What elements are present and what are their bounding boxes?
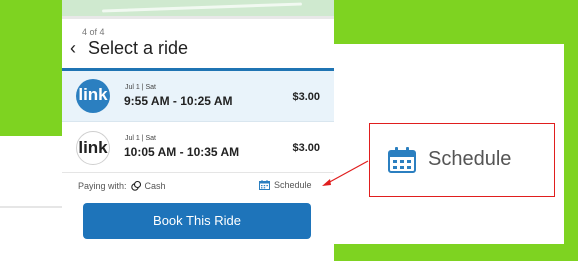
step-indicator: 4 of 4 (82, 27, 105, 37)
map-preview[interactable] (62, 0, 334, 19)
payment-method: Cash (144, 181, 166, 191)
ride-option-1[interactable]: link Jul 1 | Sat 9:55 AM - 10:25 AM $3.0… (62, 71, 334, 122)
schedule-button[interactable]: Schedule (259, 180, 312, 190)
page-title: Select a ride (88, 38, 189, 58)
ride-price: $3.00 (292, 142, 320, 154)
ride-price: $3.00 (292, 91, 320, 103)
link-logo: link (76, 79, 110, 113)
frame-strip-bottom (334, 244, 578, 261)
frame-strip-right (564, 0, 578, 261)
ride-option-2[interactable]: link Jul 1 | Sat 10:05 AM - 10:35 AM $3.… (62, 122, 334, 173)
calendar-icon (259, 180, 270, 190)
back-button[interactable]: ‹ (70, 38, 76, 58)
schedule-callout: Schedule (369, 123, 555, 197)
phone-screen: 4 of 4 ‹ Select a ride link Jul 1 | Sat … (62, 0, 334, 261)
ride-time: 10:05 AM - 10:35 AM (124, 145, 240, 159)
calendar-icon (388, 147, 416, 173)
ride-date: Jul 1 | Sat (125, 84, 157, 91)
map-shadow (62, 16, 334, 19)
map-road (102, 2, 302, 13)
book-ride-button[interactable]: Book This Ride (83, 203, 311, 239)
paying-with-label: Paying with: (78, 181, 127, 191)
schedule-label: Schedule (274, 180, 312, 190)
divider (0, 206, 62, 208)
link-logo: link (76, 131, 110, 165)
payment-selector[interactable]: Paying with: Cash (78, 180, 166, 191)
ride-date: Jul 1 | Sat (125, 135, 157, 142)
cash-icon (130, 180, 141, 191)
ride-time: 9:55 AM - 10:25 AM (124, 94, 233, 108)
background-panel-left (0, 136, 62, 261)
callout-label: Schedule (428, 148, 512, 170)
